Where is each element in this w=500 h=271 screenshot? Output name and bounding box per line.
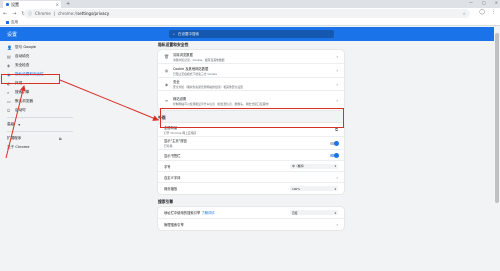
annotation-arrows: [5, 79, 159, 159]
arrow-to-site-settings: [59, 79, 159, 121]
arrow-to-privacy: [5, 85, 26, 159]
